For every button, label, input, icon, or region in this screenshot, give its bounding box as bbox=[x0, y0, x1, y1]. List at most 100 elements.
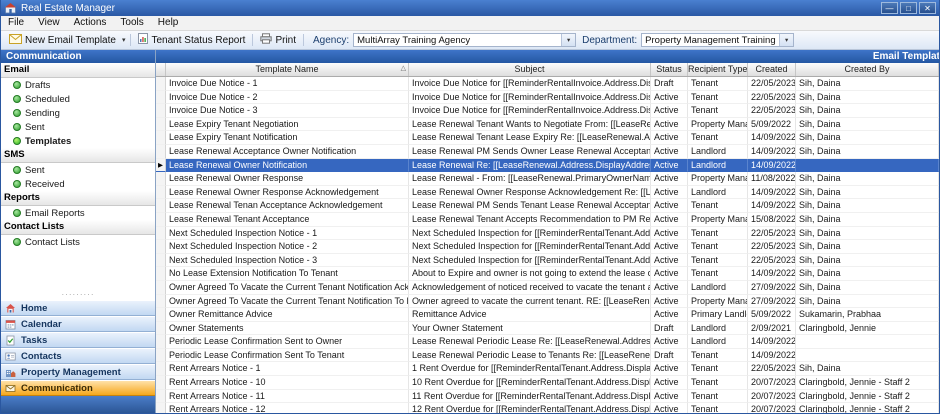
column-header-created-by[interactable]: Created By bbox=[796, 63, 939, 76]
nav-contacts[interactable]: Contacts bbox=[1, 348, 155, 364]
sidebar-section-reports[interactable]: Reports bbox=[1, 191, 155, 206]
sidebar-item-label: Sent bbox=[25, 121, 45, 133]
sidebar-item-drafts[interactable]: Drafts bbox=[1, 78, 155, 92]
green-dot-icon bbox=[13, 166, 21, 174]
new-email-template-button[interactable]: New Email Template bbox=[5, 32, 120, 48]
table-row[interactable]: Owner Remittance Advice Remittance Advic… bbox=[156, 308, 939, 322]
cell-template-name: Lease Renewal Acceptance Owner Notificat… bbox=[166, 144, 409, 159]
table-row[interactable]: Lease Renewal Owner Response Acknowledge… bbox=[156, 185, 939, 200]
cell-recipient-type: Tenant bbox=[688, 348, 748, 363]
column-header-status[interactable]: Status bbox=[651, 63, 688, 76]
sidebar-item-sent[interactable]: Sent bbox=[1, 120, 155, 134]
cell-status: Active bbox=[651, 158, 688, 173]
nav-home[interactable]: Home bbox=[1, 300, 155, 316]
tenant-status-report-button[interactable]: Tenant Status Report bbox=[134, 32, 249, 48]
sidebar-item-email-reports[interactable]: Email Reports bbox=[1, 206, 155, 220]
sidebar-section-contact-lists[interactable]: Contact Lists bbox=[1, 220, 155, 235]
cell-created-by: Sih, Daina bbox=[796, 199, 939, 213]
column-header-recipient-type[interactable]: Recipient Type bbox=[688, 63, 748, 76]
table-row[interactable]: Next Scheduled Inspection Notice - 1 Nex… bbox=[156, 226, 939, 241]
sidebar-item-sending[interactable]: Sending bbox=[1, 106, 155, 120]
cell-created: 27/09/2022 bbox=[748, 280, 796, 295]
table-row[interactable]: Lease Renewal Owner Response Lease Renew… bbox=[156, 172, 939, 186]
cell-subject: Lease Renewal PM Sends Owner Lease Renew… bbox=[409, 144, 651, 159]
sidebar-item-label: Sent bbox=[25, 164, 45, 176]
cell-status: Active bbox=[651, 389, 688, 404]
green-dot-icon bbox=[13, 109, 21, 117]
menu-view[interactable]: View bbox=[31, 16, 67, 30]
sidebar-section-email[interactable]: Email bbox=[1, 63, 155, 78]
menu-help[interactable]: Help bbox=[151, 16, 186, 30]
sidebar-item-templates[interactable]: Templates bbox=[1, 134, 155, 148]
sidebar-item-label: Contact Lists bbox=[25, 236, 80, 248]
cell-status: Active bbox=[651, 376, 688, 390]
menu-actions[interactable]: Actions bbox=[67, 16, 114, 30]
cell-subject: Lease Renewal Periodic Lease to Tenants … bbox=[409, 348, 651, 363]
table-row[interactable]: Lease Renewal Acceptance Owner Notificat… bbox=[156, 144, 939, 159]
close-button[interactable]: ✕ bbox=[919, 2, 936, 14]
nav-communication[interactable]: Communication bbox=[1, 380, 155, 396]
cell-template-name: Owner Agreed To Vacate the Current Tenan… bbox=[166, 294, 409, 309]
sidebar-splitter[interactable]: ········· bbox=[1, 291, 155, 300]
row-pointer-icon bbox=[156, 280, 166, 295]
cell-created: 14/09/2022 bbox=[748, 335, 796, 349]
table-row[interactable]: Periodic Lease Confirmation Sent To Tena… bbox=[156, 348, 939, 363]
table-row[interactable]: Lease Expiry Tenant Negotiation Lease Re… bbox=[156, 117, 939, 132]
sidebar-item-received[interactable]: Received bbox=[1, 177, 155, 191]
cell-status: Draft bbox=[651, 321, 688, 336]
maximize-button[interactable]: □ bbox=[900, 2, 917, 14]
table-row[interactable]: Owner Agreed To Vacate the Current Tenan… bbox=[156, 280, 939, 295]
table-row[interactable]: Next Scheduled Inspection Notice - 3 Nex… bbox=[156, 253, 939, 268]
table-row[interactable]: ▶ Lease Renewal Owner Notification Lease… bbox=[156, 158, 939, 173]
new-email-template-dropdown[interactable]: ▾ bbox=[120, 32, 128, 48]
table-row[interactable]: Owner Statements Your Owner Statement Dr… bbox=[156, 321, 939, 336]
cell-recipient-type: Tenant bbox=[688, 104, 748, 118]
agency-select[interactable]: MultiArray Training Agency ▾ bbox=[353, 33, 577, 47]
cell-recipient-type: Tenant bbox=[688, 253, 748, 268]
table-row[interactable]: Rent Arrears Notice - 10 10 Rent Overdue… bbox=[156, 376, 939, 390]
cell-subject: 12 Rent Overdue for [[ReminderRentalTena… bbox=[409, 403, 651, 413]
table-row[interactable]: Periodic Lease Confirmation Sent to Owne… bbox=[156, 335, 939, 349]
table-row[interactable]: Rent Arrears Notice - 1 1 Rent Overdue f… bbox=[156, 362, 939, 377]
column-header-template-name[interactable]: Template Name △ bbox=[166, 63, 409, 76]
department-select[interactable]: Property Management Training ▾ bbox=[641, 33, 795, 47]
cell-recipient-type: Tenant bbox=[688, 267, 748, 281]
minimize-button[interactable]: — bbox=[881, 2, 898, 14]
table-row[interactable]: Lease Renewal Tenant Acceptance Lease Re… bbox=[156, 212, 939, 227]
nav-label: Calendar bbox=[21, 318, 62, 330]
cell-subject: Invoice Due Notice for [[ReminderRentalI… bbox=[409, 104, 651, 118]
menu-file[interactable]: File bbox=[1, 16, 31, 30]
table-row[interactable]: Lease Expiry Tenant Notification Lease R… bbox=[156, 131, 939, 145]
chevron-down-icon[interactable]: ▾ bbox=[561, 34, 576, 46]
column-header-created[interactable]: Created bbox=[748, 63, 796, 76]
title-bar[interactable]: Real Estate Manager — □ ✕ bbox=[1, 0, 939, 16]
table-row[interactable]: Lease Renewal Tenan Acceptance Acknowled… bbox=[156, 199, 939, 213]
table-body: Invoice Due Notice - 1 Invoice Due Notic… bbox=[156, 77, 939, 413]
cell-template-name: Owner Remittance Advice bbox=[166, 308, 409, 322]
sidebar-item-sent[interactable]: Sent bbox=[1, 163, 155, 177]
sidebar-section-sms[interactable]: SMS bbox=[1, 148, 155, 163]
column-header-subject[interactable]: Subject bbox=[409, 63, 651, 76]
menu-tools[interactable]: Tools bbox=[113, 16, 150, 30]
chevron-down-icon[interactable]: ▾ bbox=[779, 34, 794, 46]
nav-calendar[interactable]: Calendar bbox=[1, 316, 155, 332]
cell-created: 14/09/2022 bbox=[748, 158, 796, 173]
table-row[interactable]: Invoice Due Notice - 3 Invoice Due Notic… bbox=[156, 104, 939, 118]
print-button[interactable]: Print bbox=[256, 32, 300, 48]
department-value: Property Management Training bbox=[645, 34, 776, 46]
sidebar-item-label: Templates bbox=[25, 135, 72, 147]
table-row[interactable]: Rent Arrears Notice - 12 12 Rent Overdue… bbox=[156, 403, 939, 413]
sidebar-item-scheduled[interactable]: Scheduled bbox=[1, 92, 155, 106]
table-row[interactable]: Invoice Due Notice - 1 Invoice Due Notic… bbox=[156, 77, 939, 91]
cell-created-by: Sih, Daina bbox=[796, 294, 939, 309]
table-row[interactable]: Invoice Due Notice - 2 Invoice Due Notic… bbox=[156, 90, 939, 105]
row-pointer-icon bbox=[156, 172, 166, 186]
agency-value: MultiArray Training Agency bbox=[357, 34, 471, 46]
table-row[interactable]: Next Scheduled Inspection Notice - 2 Nex… bbox=[156, 240, 939, 254]
sidebar-item-contact-lists[interactable]: Contact Lists bbox=[1, 235, 155, 249]
table-row[interactable]: Owner Agreed To Vacate the Current Tenan… bbox=[156, 294, 939, 309]
table-row[interactable]: Rent Arrears Notice - 11 11 Rent Overdue… bbox=[156, 389, 939, 404]
table-row[interactable]: No Lease Extension Notification To Tenan… bbox=[156, 267, 939, 281]
nav-tasks[interactable]: Tasks bbox=[1, 332, 155, 348]
nav-property-management[interactable]: Property Management bbox=[1, 364, 155, 380]
